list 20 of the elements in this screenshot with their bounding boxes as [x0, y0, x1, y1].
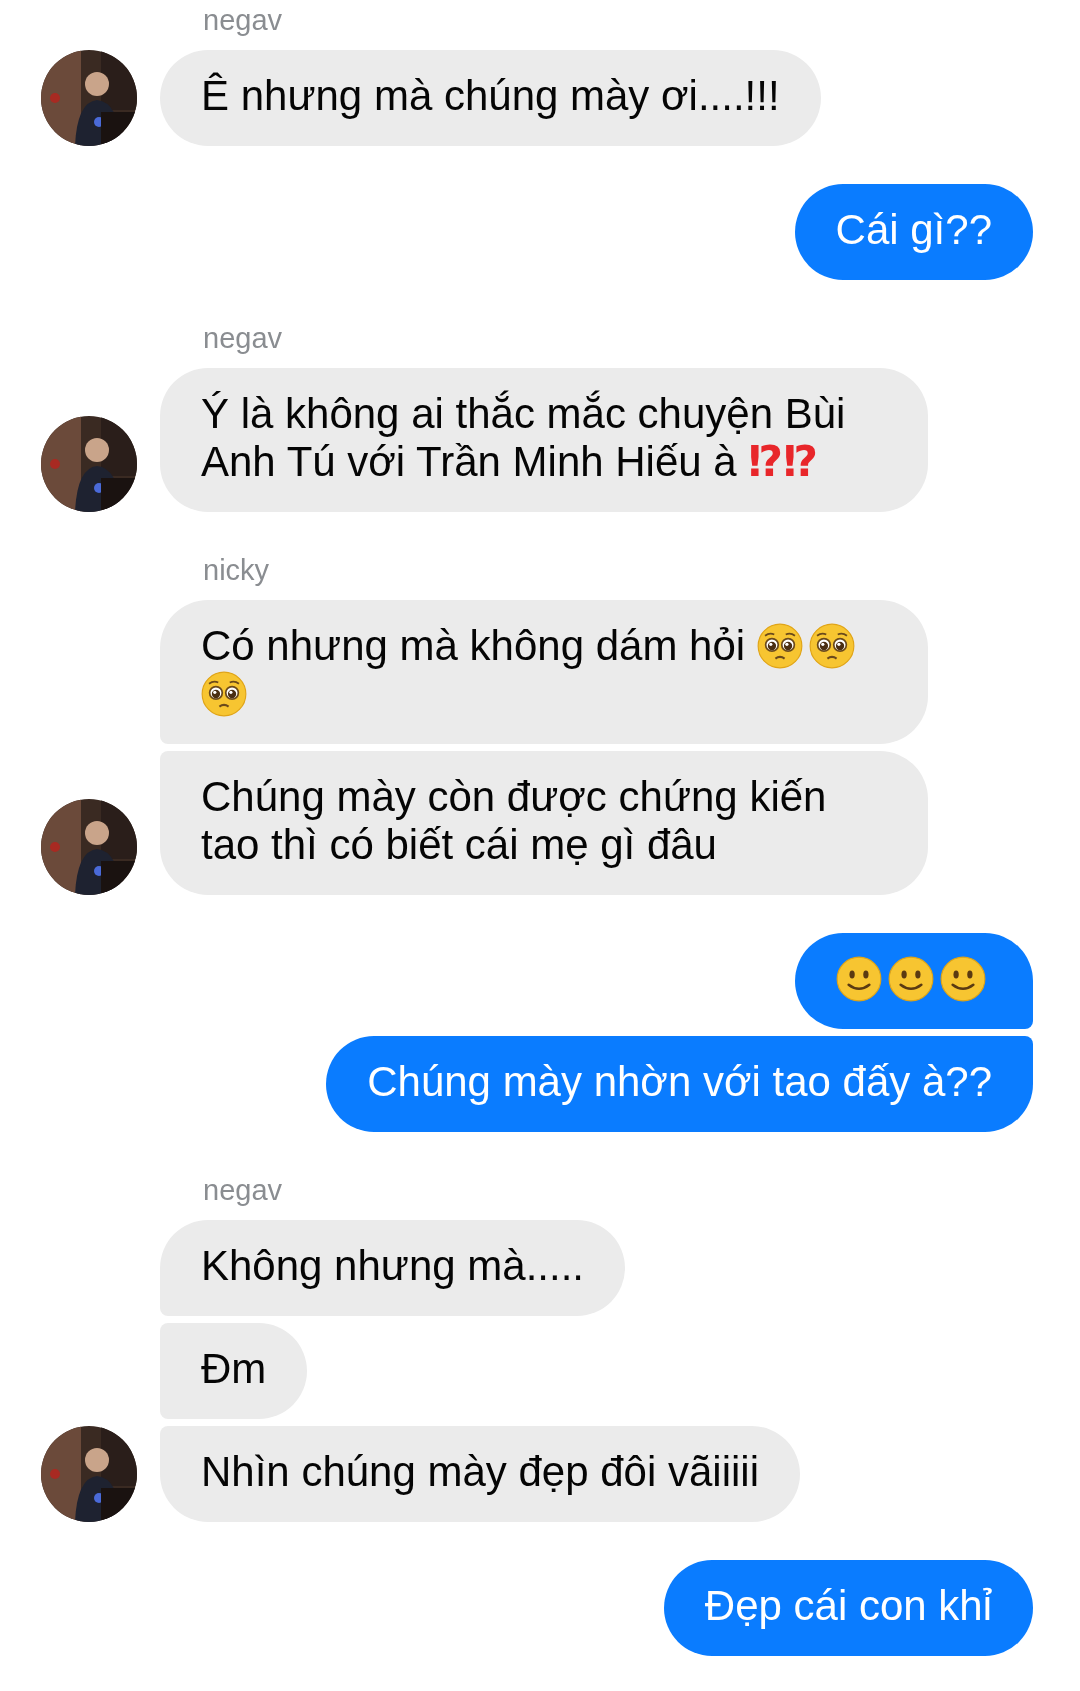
- message-text: Có nhưng mà không dám hỏi: [201, 622, 747, 669]
- sender-name: nicky: [203, 553, 271, 588]
- pleading-face-icon: [756, 623, 803, 669]
- sender-name: negav: [203, 1173, 283, 1208]
- message-text: Cái gì??: [835, 206, 992, 253]
- pleading-face-icon: [201, 671, 247, 717]
- smiling-face-icon: [888, 956, 934, 1002]
- smiling-face-icon: [940, 956, 986, 1002]
- sender-name: negav: [203, 3, 283, 38]
- message-text: Không nhưng mà.....: [201, 1242, 585, 1289]
- message-text: Đẹp cái con khỉ: [704, 1582, 992, 1629]
- message-text: Nhìn chúng mày đẹp đôi vãiiiii: [201, 1448, 759, 1495]
- pleading-face-icon: [808, 623, 855, 669]
- smiling-face-icon: [836, 956, 882, 1002]
- message-text: Ý là không ai thắc mắc chuyện Bùi Anh Tú với Trần Minh Hiếu à ⁉⁉: [201, 390, 846, 485]
- message-text: Ê nhưng mà chúng mày ơi....!!!: [201, 72, 780, 119]
- message-text: Chúng mày còn được chứng kiến tao thì có biết cái mẹ gì đâu: [201, 773, 827, 868]
- sender-name: negav: [203, 321, 283, 356]
- message-text: Chúng mày nhờn với tao đấy à??: [367, 1058, 992, 1105]
- message-text: Đm: [201, 1345, 267, 1392]
